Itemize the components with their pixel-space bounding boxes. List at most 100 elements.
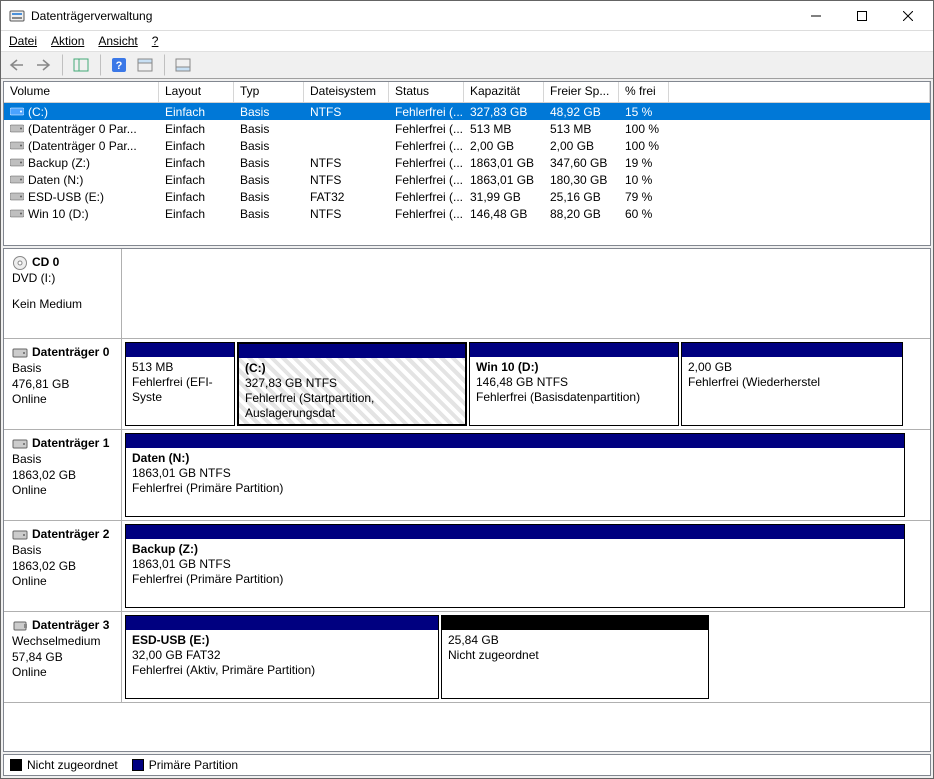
volume-row[interactable]: Win 10 (D:)EinfachBasisNTFSFehlerfrei (.… [4, 205, 930, 222]
forward-button[interactable] [31, 53, 55, 77]
col-pct[interactable]: % frei [619, 82, 669, 102]
volume-row[interactable]: (C:)EinfachBasisNTFSFehlerfrei (...327,8… [4, 103, 930, 120]
disk-name: CD 0 [32, 255, 59, 271]
partition-title: Win 10 (D:) [476, 360, 672, 375]
col-status[interactable]: Status [389, 82, 464, 102]
legend-primary-label: Primäre Partition [149, 758, 238, 772]
disk-partitions: Daten (N:)1863,01 GB NTFSFehlerfrei (Pri… [122, 430, 930, 520]
disk-name: Datenträger 2 [32, 527, 109, 543]
vol-layout: Einfach [159, 139, 234, 153]
disk-info[interactable]: CD 0DVD (I:)Kein Medium [4, 249, 122, 338]
view-top-button[interactable] [133, 53, 157, 77]
partition-size: 32,00 GB FAT32 [132, 648, 432, 663]
vol-fs: FAT32 [304, 190, 389, 204]
disk-info[interactable]: Datenträger 0Basis476,81 GBOnline [4, 339, 122, 429]
partition[interactable]: Daten (N:)1863,01 GB NTFSFehlerfrei (Pri… [125, 433, 905, 517]
disk-type: Wechselmedium [12, 634, 113, 650]
vol-status: Fehlerfrei (... [389, 156, 464, 170]
partition[interactable]: (C:)327,83 GB NTFSFehlerfrei (Startparti… [237, 342, 467, 426]
partition-info: Fehlerfrei (EFI-Syste [132, 375, 228, 405]
menu-view[interactable]: Ansicht [98, 34, 137, 48]
vol-free: 48,92 GB [544, 105, 619, 119]
partition[interactable]: 2,00 GBFehlerfrei (Wiederherstel [681, 342, 903, 426]
view-bottom-button[interactable] [171, 53, 195, 77]
legend: Nicht zugeordnet Primäre Partition [3, 754, 931, 776]
volume-header-row: Volume Layout Typ Dateisystem Status Kap… [4, 82, 930, 103]
vol-pct: 10 % [619, 173, 669, 187]
vol-free: 2,00 GB [544, 139, 619, 153]
volume-list-body[interactable]: (C:)EinfachBasisNTFSFehlerfrei (...327,8… [4, 103, 930, 245]
vol-cap: 146,48 GB [464, 207, 544, 221]
volume-row[interactable]: (Datenträger 0 Par...EinfachBasisFehlerf… [4, 120, 930, 137]
vol-status: Fehlerfrei (... [389, 207, 464, 221]
col-spacer [669, 82, 930, 102]
disk-type: Basis [12, 543, 113, 559]
partition-bar [126, 525, 904, 539]
disk-partitions: ESD-USB (E:)32,00 GB FAT32Fehlerfrei (Ak… [122, 612, 930, 702]
disk-type: Basis [12, 452, 113, 468]
disk-name: Datenträger 1 [32, 436, 109, 452]
partition-bar [126, 343, 234, 357]
minimize-button[interactable] [793, 1, 839, 30]
volume-row[interactable]: ESD-USB (E:)EinfachBasisFAT32Fehlerfrei … [4, 188, 930, 205]
disk-row: Datenträger 2Basis1863,02 GBOnlineBackup… [4, 521, 930, 612]
vol-name: (Datenträger 0 Par... [28, 122, 137, 136]
partition-info: Fehlerfrei (Primäre Partition) [132, 481, 898, 496]
vol-type: Basis [234, 207, 304, 221]
disk-info[interactable]: Datenträger 2Basis1863,02 GBOnline [4, 521, 122, 611]
vol-name: ESD-USB (E:) [28, 190, 104, 204]
vol-layout: Einfach [159, 207, 234, 221]
partition[interactable]: Win 10 (D:)146,48 GB NTFSFehlerfrei (Bas… [469, 342, 679, 426]
volume-row[interactable]: Backup (Z:)EinfachBasisNTFSFehlerfrei (.… [4, 154, 930, 171]
svg-text:?: ? [116, 60, 123, 72]
col-fs[interactable]: Dateisystem [304, 82, 389, 102]
volume-row[interactable]: (Datenträger 0 Par...EinfachBasisFehlerf… [4, 137, 930, 154]
col-layout[interactable]: Layout [159, 82, 234, 102]
vol-cap: 513 MB [464, 122, 544, 136]
disk-info[interactable]: Datenträger 3Wechselmedium57,84 GBOnline [4, 612, 122, 702]
partition-info: Nicht zugeordnet [448, 648, 702, 663]
separator [57, 54, 63, 76]
vol-free: 88,20 GB [544, 207, 619, 221]
disk-management-window: Datenträgerverwaltung Datei Aktion Ansic… [0, 0, 934, 779]
disk-cap: 1863,02 GB [12, 468, 113, 484]
close-button[interactable] [885, 1, 931, 30]
partition-info: Fehlerfrei (Startpartition, Auslagerungs… [245, 391, 459, 421]
disk-partitions [122, 249, 930, 338]
partition-bar [682, 343, 902, 357]
menu-help[interactable]: ? [152, 34, 159, 48]
menu-file[interactable]: Datei [9, 34, 37, 48]
col-volume[interactable]: Volume [4, 82, 159, 102]
partition-title: Backup (Z:) [132, 542, 898, 557]
vol-cap: 31,99 GB [464, 190, 544, 204]
vol-name: Backup (Z:) [28, 156, 90, 170]
partition-bar [126, 434, 904, 448]
show-hide-button[interactable] [69, 53, 93, 77]
disk-graphical-pane[interactable]: CD 0DVD (I:)Kein MediumDatenträger 0Basi… [3, 248, 931, 752]
col-capacity[interactable]: Kapazität [464, 82, 544, 102]
col-free[interactable]: Freier Sp... [544, 82, 619, 102]
vol-cap: 327,83 GB [464, 105, 544, 119]
back-button[interactable] [5, 53, 29, 77]
partition-size: 1863,01 GB NTFS [132, 466, 898, 481]
titlebar[interactable]: Datenträgerverwaltung [1, 1, 933, 31]
vol-type: Basis [234, 122, 304, 136]
separator [95, 54, 101, 76]
disk-partitions: 513 MBFehlerfrei (EFI-Syste(C:)327,83 GB… [122, 339, 930, 429]
partition[interactable]: Backup (Z:)1863,01 GB NTFSFehlerfrei (Pr… [125, 524, 905, 608]
disk-info[interactable]: Datenträger 1Basis1863,02 GBOnline [4, 430, 122, 520]
disk-cap: 476,81 GB [12, 377, 113, 393]
maximize-button[interactable] [839, 1, 885, 30]
col-type[interactable]: Typ [234, 82, 304, 102]
help-button[interactable]: ? [107, 53, 131, 77]
volume-row[interactable]: Daten (N:)EinfachBasisNTFSFehlerfrei (..… [4, 171, 930, 188]
partition[interactable]: ESD-USB (E:)32,00 GB FAT32Fehlerfrei (Ak… [125, 615, 439, 699]
disk-row: Datenträger 1Basis1863,02 GBOnlineDaten … [4, 430, 930, 521]
partition[interactable]: 513 MBFehlerfrei (EFI-Syste [125, 342, 235, 426]
menu-action[interactable]: Aktion [51, 34, 84, 48]
vol-type: Basis [234, 190, 304, 204]
partition[interactable]: 25,84 GBNicht zugeordnet [441, 615, 709, 699]
disk-name: Datenträger 0 [32, 345, 109, 361]
partition-title: (C:) [245, 361, 459, 376]
disk-status: Kein Medium [12, 297, 113, 313]
